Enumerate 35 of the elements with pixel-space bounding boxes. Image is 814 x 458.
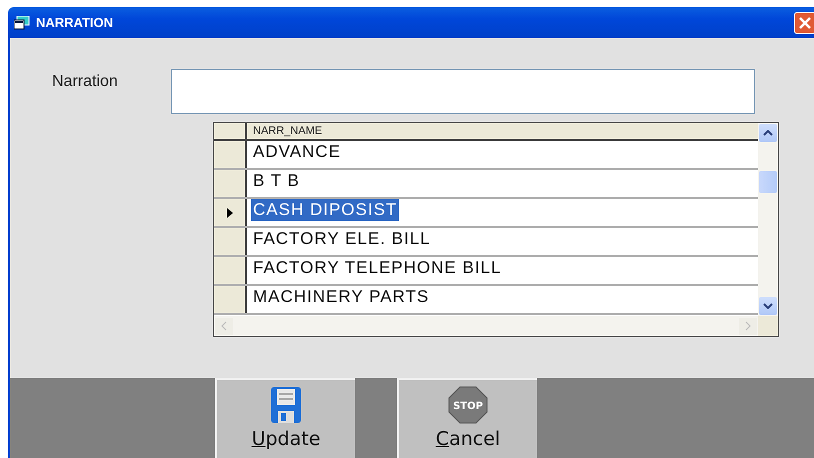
grid-cell-text: FACTORY TELEPHONE BILL [252, 257, 502, 279]
row-selector[interactable] [214, 228, 247, 255]
grid-cell-text: B T B [252, 170, 301, 192]
row-selector[interactable] [214, 257, 247, 284]
field-label: Narration [51, 73, 119, 91]
grid-cell: CASH DIPOSIST [251, 199, 400, 221]
chevron-down-icon [763, 303, 773, 309]
row-selector[interactable] [214, 141, 247, 168]
column-header[interactable]: NARR_NAME [247, 123, 322, 139]
grid-cell-text: ADVANCE [252, 141, 342, 163]
update-button[interactable]: Update [215, 378, 355, 458]
grid-row[interactable]: FACTORY TELEPHONE BILL [214, 257, 758, 286]
chevron-left-icon [221, 321, 227, 331]
close-icon [798, 16, 812, 30]
grid-row[interactable]: CASH DIPOSIST [214, 199, 758, 228]
close-button[interactable] [794, 12, 814, 34]
row-selector[interactable] [214, 286, 247, 313]
grid-cell-text: FACTORY ELE. BILL [252, 228, 432, 250]
window-icon [14, 16, 30, 30]
scroll-down-button[interactable] [759, 297, 777, 315]
grid-row[interactable]: FACTORY ELE. BILL [214, 228, 758, 257]
scrollbar-corner [758, 316, 778, 336]
cancel-button[interactable]: STOP Cancel [397, 378, 537, 458]
row-pointer-icon [226, 208, 232, 218]
narration-input-field[interactable] [171, 69, 755, 114]
scrollbar-thumb[interactable] [759, 171, 777, 193]
window-title: NARRATION [36, 15, 114, 30]
scroll-up-button[interactable] [759, 124, 777, 142]
row-selector[interactable] [214, 199, 247, 226]
grid-row[interactable]: ADVANCE [214, 141, 758, 170]
grid-cell-text: MACHINERY PARTS [252, 286, 430, 308]
row-selector[interactable] [214, 170, 247, 197]
chevron-up-icon [763, 130, 773, 136]
stop-sign-icon: STOP [448, 386, 488, 424]
chevron-right-icon [745, 321, 751, 331]
